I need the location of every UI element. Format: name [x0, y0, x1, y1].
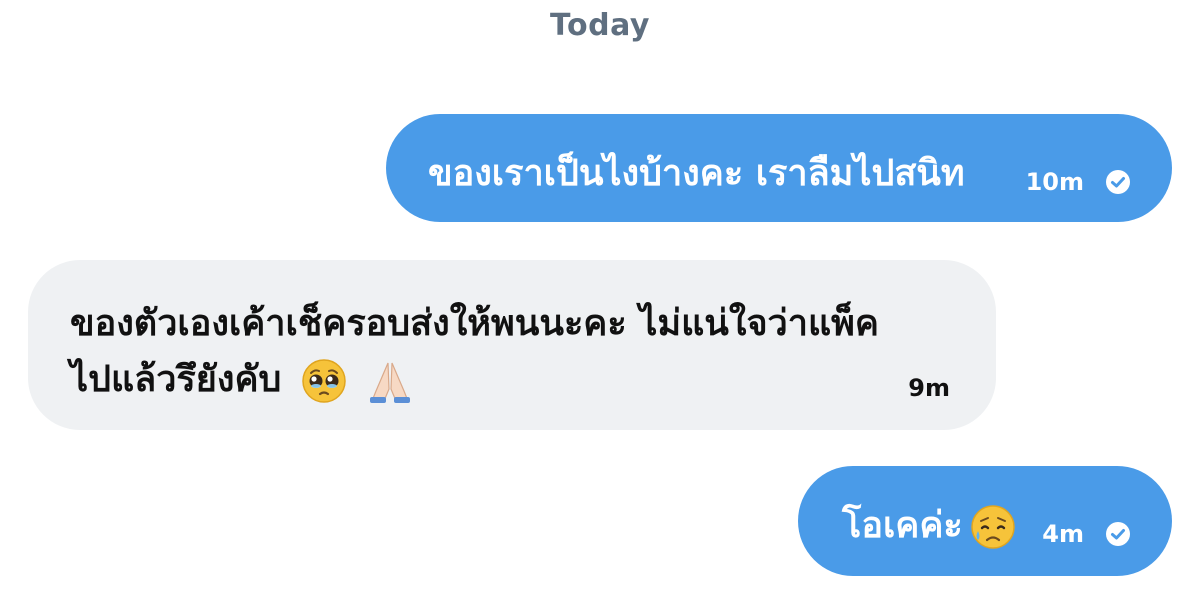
- day-separator: Today: [550, 8, 650, 43]
- message-time: 9m: [908, 374, 950, 402]
- sent-check-icon: [1106, 170, 1130, 194]
- message-text: ของตัวเองเค้าเช็ครอบส่งให้พนนะคะ ไม่แน่ใ…: [70, 296, 970, 408]
- message-text-content: โอเคค่ะ: [842, 505, 963, 546]
- message-text: โอเคค่ะ: [842, 496, 1017, 553]
- message-bubble-outgoing[interactable]: โอเคค่ะ 4m: [798, 466, 1172, 576]
- message-bubble-outgoing[interactable]: ของเราเป็นไงบ้างคะ เราลืมไปสนิท 10m: [386, 114, 1172, 222]
- message-meta: 9m: [908, 374, 950, 402]
- message-text-line-1: ของตัวเองเค้าเช็ครอบส่งให้พนนะคะ ไม่แน่ใ…: [70, 303, 879, 344]
- message-meta: 4m: [1042, 520, 1132, 548]
- sad-relieved-face-emoji: [971, 505, 1015, 549]
- chat-thread: Today ของเราเป็นไงบ้างคะ เราลืมไปสนิท 10…: [0, 0, 1200, 594]
- message-time: 4m: [1042, 520, 1084, 548]
- folded-hands-emoji: [370, 362, 411, 403]
- message-time: 10m: [1025, 168, 1084, 196]
- message-meta: 10m: [1026, 168, 1132, 196]
- sent-check-icon: [1106, 522, 1130, 546]
- message-text-line-2: ไปแล้วรึยังคับ: [70, 352, 970, 408]
- message-text: ของเราเป็นไงบ้างคะ เราลืมไปสนิท: [428, 153, 965, 194]
- message-bubble-incoming[interactable]: ของตัวเองเค้าเช็ครอบส่งให้พนนะคะ ไม่แน่ใ…: [28, 260, 996, 430]
- message-text-line-2-content: ไปแล้วรึยังคับ: [70, 359, 282, 400]
- pleading-face-emoji: [302, 359, 346, 403]
